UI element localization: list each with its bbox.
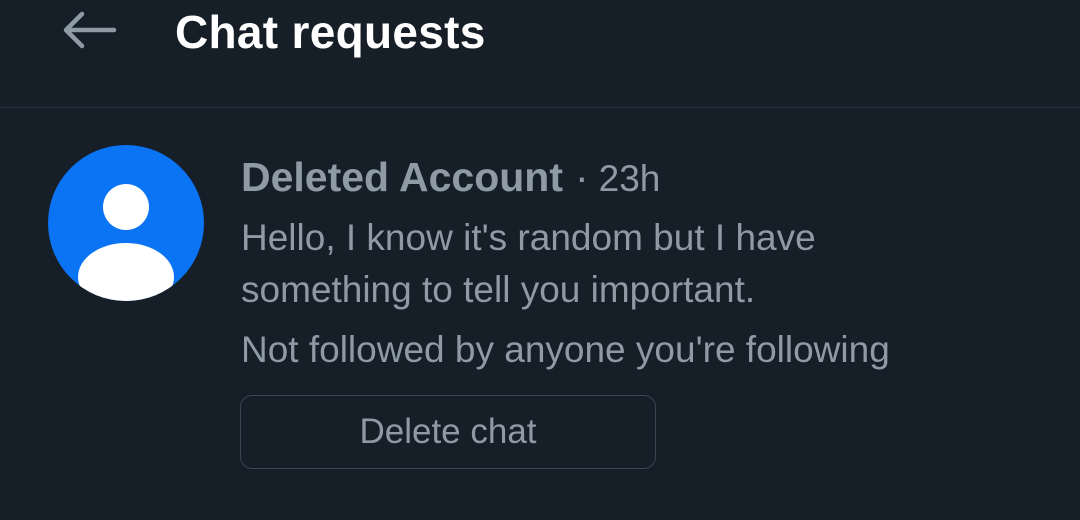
chat-request-item[interactable]: Deleted Account · 23h Hello, I know it's r… (0, 108, 1080, 520)
avatar[interactable] (48, 145, 204, 301)
message-preview: Hello, I know it's random but I have som… (241, 217, 816, 310)
chat-requests-screen: Chat requests Deleted Account · 23h Hello,… (0, 0, 1080, 520)
delete-chat-button[interactable]: Delete chat (240, 395, 656, 469)
request-content: Deleted Account · 23h Hello, I know it's r… (241, 152, 1041, 376)
top-bar: Chat requests (0, 0, 1080, 108)
default-user-icon (48, 184, 204, 301)
timestamp: 23h (598, 158, 661, 199)
separator-dot: · (574, 154, 589, 200)
sender-line: Deleted Account · 23h (241, 152, 1041, 204)
back-button[interactable] (54, 4, 124, 60)
sender-name[interactable]: Deleted Account (241, 154, 563, 200)
arrow-left-icon (60, 10, 118, 55)
page-title: Chat requests (175, 6, 486, 58)
follow-context: Not followed by anyone you're following (241, 329, 890, 370)
